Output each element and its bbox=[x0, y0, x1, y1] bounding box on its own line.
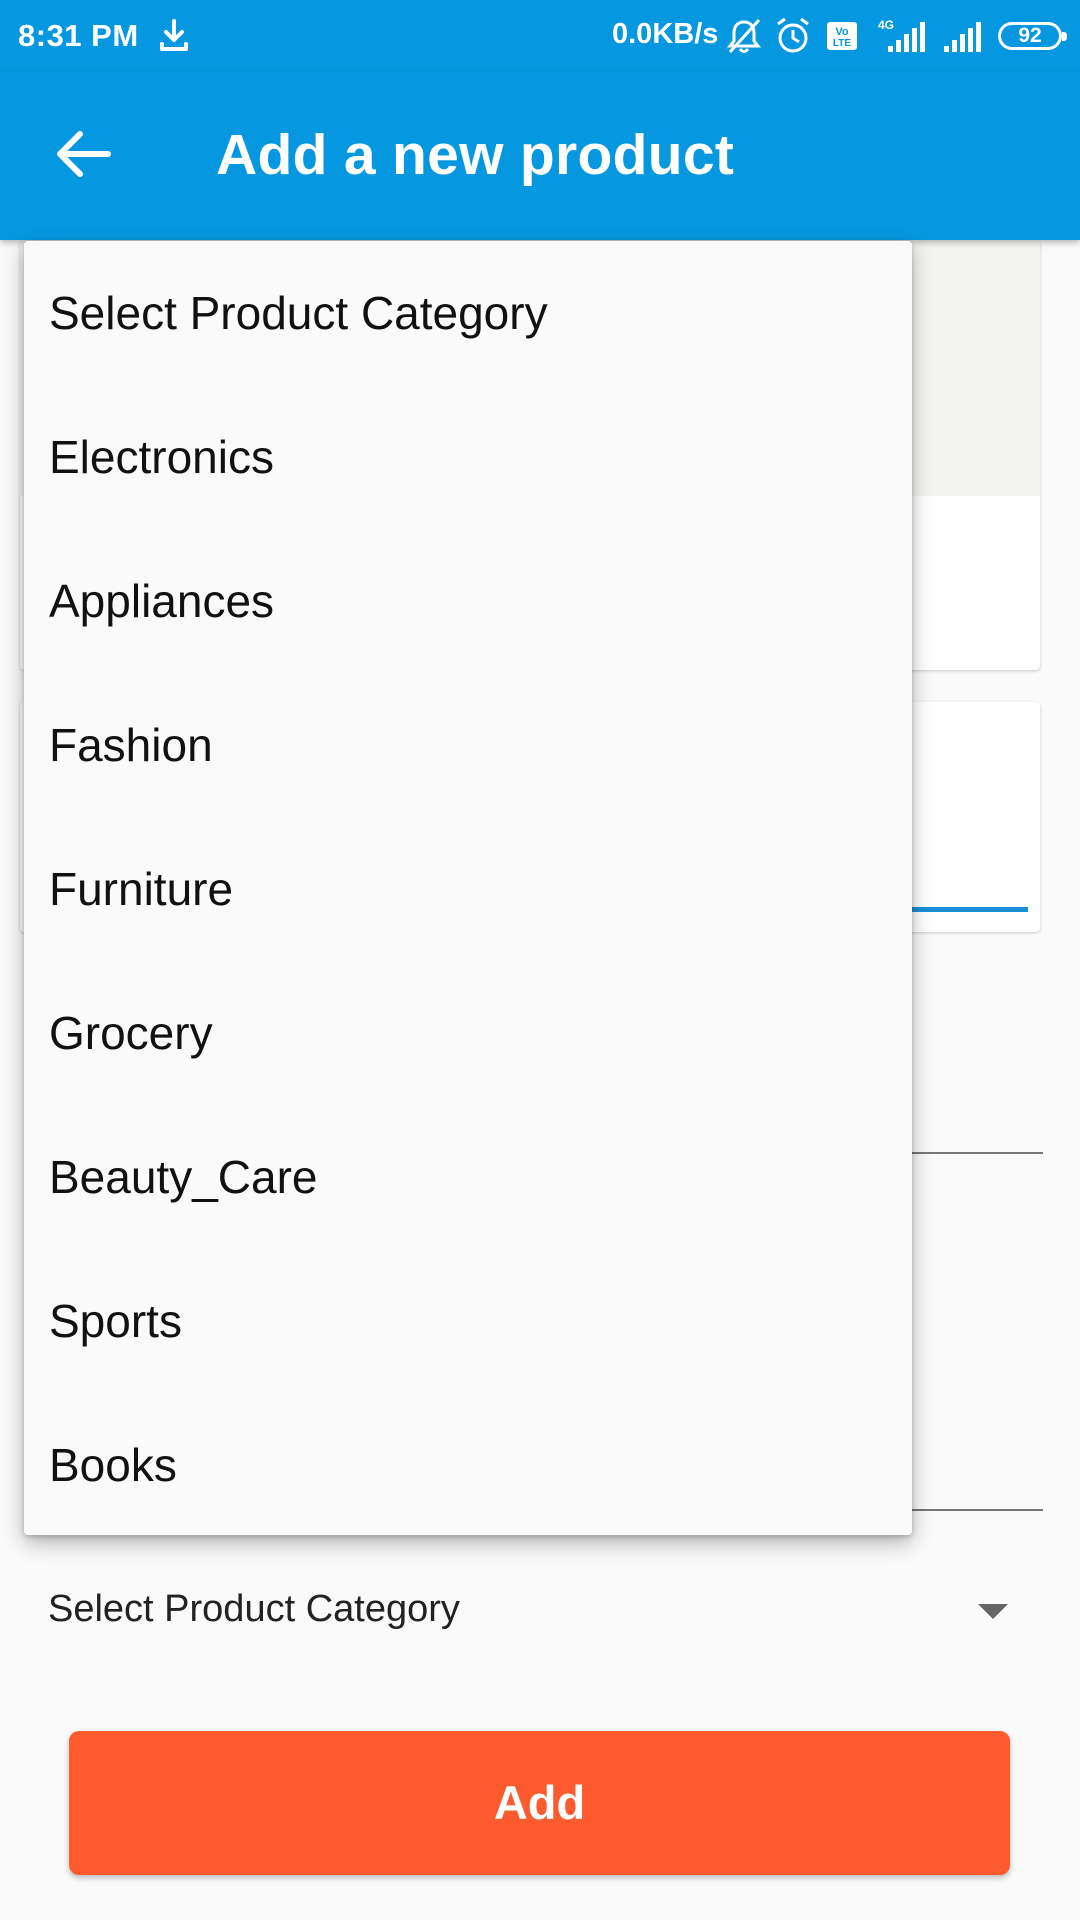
volte-label-top: Vo bbox=[835, 26, 849, 38]
signal-4g-icon: 4G bbox=[878, 18, 925, 52]
dropdown-item-appliances[interactable]: Appliances bbox=[24, 529, 912, 673]
dropdown-item-select-product-category[interactable]: Select Product Category bbox=[24, 241, 912, 385]
volte-label-bottom: LTE bbox=[833, 38, 851, 49]
download-icon bbox=[160, 19, 188, 51]
signal-icon bbox=[944, 22, 981, 52]
dropdown-item-beauty-care[interactable]: Beauty_Care bbox=[24, 1105, 912, 1249]
network-type-label: 4G bbox=[878, 18, 894, 32]
status-time: 8:31 PM bbox=[18, 18, 139, 53]
status-bar: 8:31 PM 0.0KB/s Vo LTE 4G 92 bbox=[0, 0, 1080, 72]
category-spinner-label: Select Product Category bbox=[48, 1588, 460, 1630]
category-dropdown-menu: Select Product Category Electronics Appl… bbox=[24, 241, 912, 1535]
app-bar: Add a new product bbox=[0, 72, 1080, 240]
network-speed: 0.0KB/s bbox=[612, 18, 719, 50]
battery-icon: 92 bbox=[998, 22, 1067, 50]
page-title: Add a new product bbox=[216, 123, 735, 187]
dropdown-item-sports[interactable]: Sports bbox=[24, 1249, 912, 1393]
dropdown-item-grocery[interactable]: Grocery bbox=[24, 961, 912, 1105]
add-button[interactable]: Add bbox=[69, 1731, 1010, 1875]
alarm-icon bbox=[777, 17, 809, 53]
volte-icon: Vo LTE bbox=[827, 22, 857, 50]
dropdown-arrow-icon[interactable] bbox=[978, 1604, 1008, 1619]
category-spinner[interactable]: Select Product Category bbox=[48, 1572, 1008, 1652]
back-arrow-icon[interactable] bbox=[50, 124, 118, 184]
dropdown-item-furniture[interactable]: Furniture bbox=[24, 817, 912, 961]
dropdown-item-electronics[interactable]: Electronics bbox=[24, 385, 912, 529]
battery-level: 92 bbox=[1018, 24, 1042, 47]
dropdown-item-books[interactable]: Books bbox=[24, 1393, 912, 1537]
dropdown-item-fashion[interactable]: Fashion bbox=[24, 673, 912, 817]
mute-bell-icon bbox=[726, 18, 762, 54]
